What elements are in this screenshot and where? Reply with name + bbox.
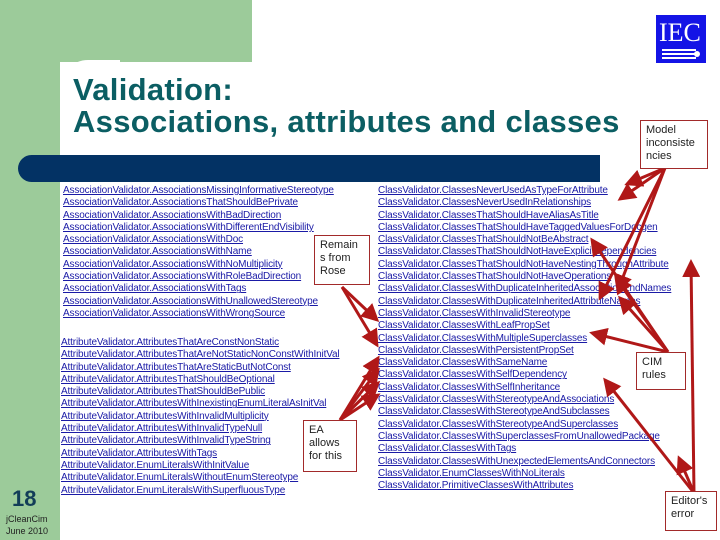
- class-validator-link[interactable]: ClassValidator.ClassesThatShouldNotHaveN…: [378, 259, 671, 271]
- attribute-validator-link[interactable]: AttributeValidator.AttributesThatAreNotS…: [61, 349, 340, 361]
- association-validator-link[interactable]: AssociationValidator.AssociationsWithBad…: [63, 210, 334, 222]
- title-line-2: Associations, attributes and classes: [73, 104, 620, 139]
- logo-line: [662, 49, 696, 51]
- logo-line: [662, 53, 696, 55]
- class-validator-link[interactable]: ClassValidator.ClassesWithSelfInheritanc…: [378, 382, 671, 394]
- arrow: [676, 455, 696, 494]
- green-sidebar: [0, 0, 60, 540]
- class-validator-list: ClassValidator.ClassesNeverUsedAsTypeFor…: [378, 185, 671, 492]
- class-validator-link[interactable]: ClassValidator.ClassesWithPersistentProp…: [378, 345, 671, 357]
- attribute-validator-list: AttributeValidator.AttributesThatAreCons…: [61, 337, 340, 497]
- attribute-validator-link[interactable]: AttributeValidator.AttributesWithInvalid…: [61, 423, 340, 435]
- callout-ea-allows: EA allows for this: [303, 420, 357, 472]
- page-number: 18: [12, 486, 37, 511]
- class-validator-link[interactable]: ClassValidator.ClassesWithDuplicateInher…: [378, 296, 671, 308]
- class-validator-link[interactable]: ClassValidator.ClassesWithUnexpectedElem…: [378, 456, 671, 468]
- association-validator-link[interactable]: AssociationValidator.AssociationsWithRol…: [63, 271, 334, 283]
- association-validator-link[interactable]: AssociationValidator.AssociationsWithUna…: [63, 296, 334, 308]
- attribute-validator-link[interactable]: AttributeValidator.AttributesWithTags: [61, 448, 340, 460]
- arrow: [340, 286, 379, 348]
- association-validator-link[interactable]: AssociationValidator.AssociationsWithNam…: [63, 246, 334, 258]
- callout-editors-error: Editor's error: [665, 491, 717, 531]
- association-validator-link[interactable]: AssociationValidator.AssociationsThatSho…: [63, 197, 334, 209]
- attribute-validator-link[interactable]: AttributeValidator.AttributesWithInvalid…: [61, 411, 340, 423]
- class-validator-link[interactable]: ClassValidator.ClassesWithLeafPropSet: [378, 320, 671, 332]
- arrow: [624, 166, 666, 187]
- logo-line: [662, 57, 696, 59]
- association-validator-link[interactable]: AssociationValidator.AssociationsWithNoM…: [63, 259, 334, 271]
- attribute-validator-link[interactable]: AttributeValidator.EnumLiteralsWithoutEn…: [61, 472, 340, 484]
- class-validator-link[interactable]: ClassValidator.ClassesThatShouldNotHaveO…: [378, 271, 671, 283]
- class-validator-link[interactable]: ClassValidator.ClassesThatShouldHaveTagg…: [378, 222, 671, 234]
- arrow: [338, 380, 381, 422]
- arrow: [338, 367, 380, 421]
- class-validator-link[interactable]: ClassValidator.ClassesWithStereotypeAndA…: [378, 394, 671, 406]
- class-validator-link[interactable]: ClassValidator.ClassesNeverUsedAsTypeFor…: [378, 185, 671, 197]
- class-validator-link[interactable]: ClassValidator.ClassesWithTags: [378, 443, 671, 455]
- class-validator-link[interactable]: ClassValidator.ClassesThatShouldNotBeAbs…: [378, 234, 671, 246]
- title-divider-bar: [18, 155, 600, 182]
- attribute-validator-link[interactable]: AttributeValidator.EnumLiteralsWithSuper…: [61, 485, 340, 497]
- attribute-validator-link[interactable]: AttributeValidator.AttributesWithInexist…: [61, 398, 340, 410]
- class-validator-link[interactable]: ClassValidator.EnumClassesWithNoLiterals: [378, 468, 671, 480]
- attribute-validator-link[interactable]: AttributeValidator.AttributesThatAreCons…: [61, 337, 340, 349]
- logo-dot: [694, 51, 700, 57]
- association-validator-link[interactable]: AssociationValidator.AssociationsWithDoc: [63, 234, 334, 246]
- footer: jCleanCim June 2010: [6, 513, 48, 537]
- class-validator-link[interactable]: ClassValidator.ClassesWithStereotypeAndS…: [378, 406, 671, 418]
- class-validator-link[interactable]: ClassValidator.ClassesWithSameName: [378, 357, 671, 369]
- class-validator-link[interactable]: ClassValidator.ClassesNeverUsedInRelatio…: [378, 197, 671, 209]
- attribute-validator-link[interactable]: AttributeValidator.AttributesThatShouldB…: [61, 374, 340, 386]
- title-line-1: Validation:: [73, 72, 234, 107]
- class-validator-link[interactable]: ClassValidator.ClassesWithSelfDependency: [378, 369, 671, 381]
- callout-cim-rules: CIM rules: [636, 352, 686, 390]
- class-validator-link[interactable]: ClassValidator.ClassesWithDuplicateInher…: [378, 283, 671, 295]
- arrow: [340, 285, 380, 323]
- class-validator-link[interactable]: ClassValidator.PrimitiveClassesWithAttri…: [378, 480, 671, 492]
- association-validator-link[interactable]: AssociationValidator.AssociationsWithWro…: [63, 308, 334, 320]
- attribute-validator-link[interactable]: AttributeValidator.AttributesThatAreStat…: [61, 362, 340, 374]
- class-validator-link[interactable]: ClassValidator.ClassesThatShouldNotHaveE…: [378, 246, 671, 258]
- class-validator-link[interactable]: ClassValidator.ClassesWithSuperclassesFr…: [378, 431, 671, 443]
- attribute-validator-link[interactable]: AttributeValidator.AttributesThatShouldB…: [61, 386, 340, 398]
- iec-logo: IEC: [656, 15, 706, 63]
- arrow: [682, 259, 701, 494]
- attribute-validator-link[interactable]: AttributeValidator.AttributesWithInvalid…: [61, 435, 340, 447]
- callout-model-inconsistencies: Model inconsiste ncies: [640, 120, 708, 169]
- callout-remains-from-rose: Remain s from Rose: [314, 235, 370, 285]
- arrow: [338, 355, 380, 421]
- arrow: [339, 393, 381, 422]
- association-validator-list: AssociationValidator.AssociationsMissing…: [63, 185, 334, 320]
- association-validator-link[interactable]: AssociationValidator.AssociationsWithTag…: [63, 283, 334, 295]
- footer-date: June 2010: [6, 526, 49, 536]
- slide-title: Validation: Associations, attributes and…: [73, 74, 620, 138]
- association-validator-link[interactable]: AssociationValidator.AssociationsMissing…: [63, 185, 334, 197]
- class-validator-link[interactable]: ClassValidator.ClassesWithStereotypeAndS…: [378, 419, 671, 431]
- association-validator-link[interactable]: AssociationValidator.AssociationsWithDif…: [63, 222, 334, 234]
- logo-text: IEC: [659, 18, 701, 47]
- footer-project: jCleanCim: [6, 514, 48, 524]
- class-validator-link[interactable]: ClassValidator.ClassesWithMultipleSuperc…: [378, 333, 671, 345]
- class-validator-link[interactable]: ClassValidator.ClassesThatShouldHaveAlia…: [378, 210, 671, 222]
- attribute-validator-link[interactable]: AttributeValidator.EnumLiteralsWithInitV…: [61, 460, 340, 472]
- class-validator-link[interactable]: ClassValidator.ClassesWithInvalidStereot…: [378, 308, 671, 320]
